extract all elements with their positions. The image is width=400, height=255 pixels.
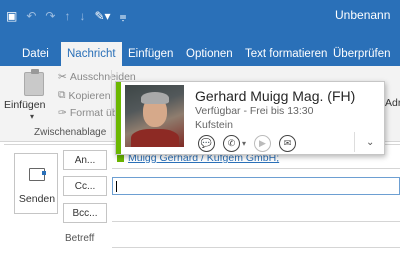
title-bar: ▣ ↶ ↷ ↑ ↓ ✎▾ ⩦ Unbenann (0, 0, 400, 42)
paste-dropdown-icon[interactable]: ▾ (30, 112, 34, 121)
cc-field[interactable] (112, 177, 400, 195)
customize-qat-icon[interactable]: ⩦ (120, 9, 127, 23)
presence-indicator (117, 154, 124, 162)
copy-icon: ⧉ (58, 89, 66, 101)
contact-card: Gerhard Muigg Mag. (FH) Verfügbar - Frei… (115, 81, 385, 155)
bcc-field[interactable] (112, 204, 400, 222)
tab-einfuegen[interactable]: Einfügen (128, 42, 173, 66)
tab-nachricht[interactable]: Nachricht (61, 42, 122, 66)
quick-access-toolbar: ▣ ↶ ↷ ↑ ↓ ✎▾ ⩦ (6, 6, 127, 26)
subject-field[interactable] (112, 230, 400, 248)
email-icon[interactable]: ✉ (279, 135, 297, 152)
paste-button[interactable]: Einfügen (4, 99, 45, 111)
phone-dropdown-icon[interactable]: ▾ (242, 139, 246, 148)
subject-label: Betreff (65, 233, 95, 244)
bcc-button[interactable]: Bcc... (63, 203, 107, 223)
text-cursor (116, 181, 117, 192)
tab-ueberpruefen[interactable]: Überprüfen (333, 42, 391, 66)
card-divider (354, 132, 355, 152)
arrow-up-icon[interactable]: ↑ (64, 9, 70, 23)
cc-button[interactable]: Cc... (63, 176, 107, 196)
window-title: Unbenann (335, 8, 391, 22)
address-book-button[interactable]: Adr (385, 97, 400, 109)
brush-icon: ✑ (58, 107, 67, 119)
tab-datei[interactable]: Datei (22, 42, 49, 66)
save-icon[interactable]: ▣ (6, 9, 17, 23)
send-button[interactable]: Senden (14, 153, 58, 214)
tab-optionen[interactable]: Optionen (186, 42, 233, 66)
redo-icon[interactable]: ↷ (45, 9, 55, 23)
clipboard-icon[interactable] (24, 69, 44, 96)
video-icon: ▶ (254, 135, 272, 152)
contact-name: Gerhard Muigg Mag. (FH) (195, 88, 356, 104)
clipboard-group-label: Zwischenablage (34, 127, 107, 138)
contact-location: Kufstein (195, 119, 233, 131)
copy-button[interactable]: ⧉ Kopieren (58, 89, 111, 102)
contact-photo[interactable] (125, 85, 184, 147)
ribbon-tabs: Datei Nachricht Einfügen Optionen Text f… (0, 42, 400, 66)
contact-actions: 💬 ✆ ▾ ▶ ✉ (198, 135, 297, 152)
chat-icon[interactable]: 💬 (198, 135, 215, 152)
copy-label: Kopieren (68, 89, 111, 102)
arrow-down-icon[interactable]: ↓ (79, 9, 85, 23)
scissors-icon: ✂ (58, 71, 67, 83)
to-button[interactable]: An... (63, 150, 107, 170)
phone-icon[interactable]: ✆ (223, 135, 240, 152)
undo-icon[interactable]: ↶ (26, 9, 36, 23)
ribbon-separator (111, 70, 112, 138)
send-icon (29, 168, 46, 181)
format-painter-icon[interactable]: ✎▾ (94, 9, 110, 23)
chevron-down-icon[interactable]: ⌄ (366, 137, 374, 148)
tab-text-formatieren[interactable]: Text formatieren (245, 42, 327, 66)
contact-availability: Verfügbar - Frei bis 13:30 (195, 105, 314, 117)
send-label: Senden (18, 193, 56, 205)
presence-bar (116, 82, 121, 154)
